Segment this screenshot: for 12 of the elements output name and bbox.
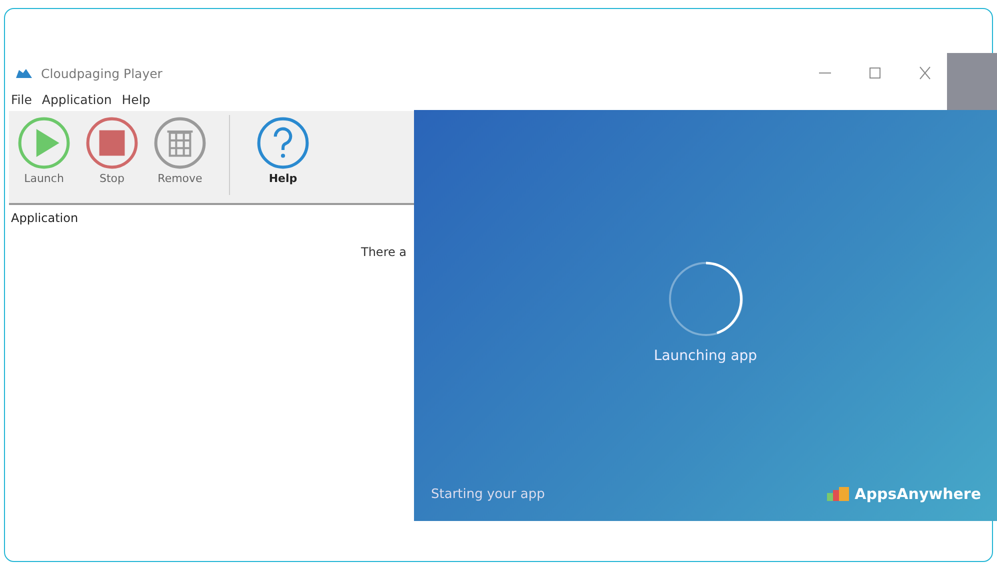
footer-text: Starting your app <box>431 486 545 502</box>
loading-spinner-icon <box>666 260 744 338</box>
background-window <box>947 53 997 110</box>
empty-message: There a <box>361 245 407 259</box>
menu-item[interactable]: Application <box>42 92 112 106</box>
menu-item[interactable]: File <box>11 92 32 106</box>
column-header[interactable]: Application <box>9 205 80 231</box>
brand-name: AppsAnywhere <box>854 485 981 503</box>
status-text: Launching app <box>654 348 758 364</box>
menu-item[interactable]: Help <box>122 92 150 106</box>
logo-icon <box>826 487 849 501</box>
window-title: Cloudpaging Player <box>41 66 162 80</box>
